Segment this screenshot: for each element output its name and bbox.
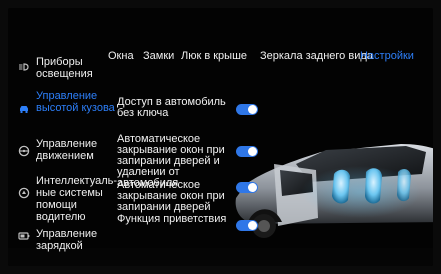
infotainment-screen: Окна Замки Люк в крыше Зеркала заднего в…: [8, 8, 433, 266]
setting-label: Автоматическое закрывание окон при запир…: [117, 179, 225, 213]
toggle-knob: [248, 183, 257, 192]
driver-assist-icon: [18, 187, 30, 199]
toggle-knob: [248, 147, 257, 156]
keyless-entry-toggle[interactable]: [236, 104, 258, 115]
setting-label: Доступ в автомобиль без ключа: [117, 96, 226, 119]
setting-label: Функция приветствия: [117, 213, 227, 225]
tab-sunroof[interactable]: Люк в крыше: [181, 50, 247, 62]
auto-close-walkaway-toggle[interactable]: [236, 146, 258, 157]
tab-locks[interactable]: Замки: [143, 50, 174, 62]
steering-wheel-icon: [18, 145, 30, 157]
sidebar-item-label: Управление высотой кузова: [36, 90, 115, 114]
toggle-knob: [248, 105, 257, 114]
tab-mirrors[interactable]: Зеркала заднего вида: [260, 50, 373, 62]
sidebar-item-label: Управление зарядкой: [36, 228, 98, 252]
car-height-icon: [20, 106, 28, 113]
auto-close-lock-toggle[interactable]: [236, 182, 258, 193]
battery-icon: [18, 232, 30, 240]
toggle-knob: [248, 221, 257, 230]
sidebar-item-label: Приборы освещения: [36, 56, 93, 80]
tab-settings[interactable]: Настройки: [360, 50, 414, 62]
welcome-function-toggle[interactable]: [236, 220, 258, 231]
sidebar-item-label: Управление движением: [36, 138, 98, 162]
headlight-icon: [19, 63, 29, 71]
sidebar-item-label: Интеллектуаль-ные системы помощи водител…: [36, 175, 118, 223]
